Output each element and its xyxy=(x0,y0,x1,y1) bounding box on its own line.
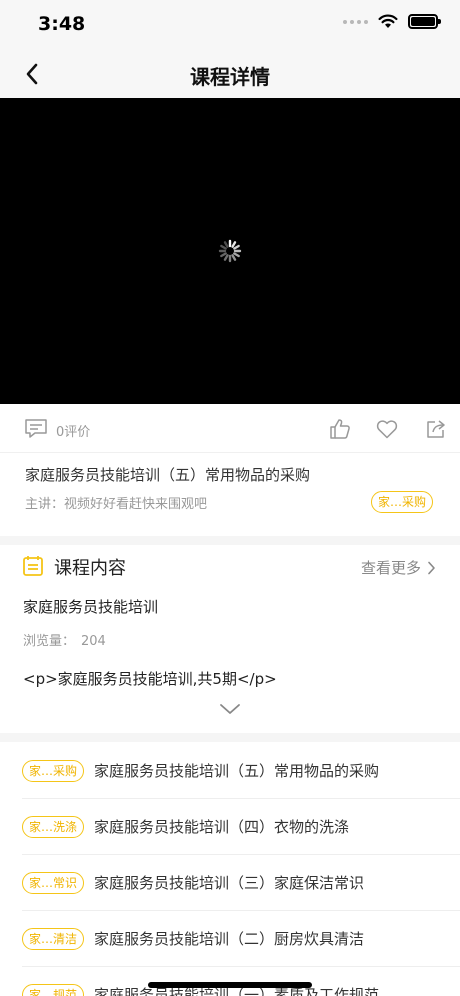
section-divider xyxy=(0,536,460,545)
view-count: 浏览量： 204 xyxy=(23,630,106,649)
section-title: 课程内容 xyxy=(54,558,126,579)
share-icon[interactable] xyxy=(424,417,448,441)
battery-icon xyxy=(408,14,441,29)
signal-icon xyxy=(343,19,368,24)
thumbs-up-icon[interactable] xyxy=(328,417,352,441)
view-more-label: 查看更多 xyxy=(360,559,421,577)
episode-title: 家庭服务员技能培训（二）厨房炊具清洁 xyxy=(94,930,365,948)
content-description: <p>家庭服务员技能培训,共5期</p> xyxy=(23,670,277,688)
loading-spinner-icon xyxy=(218,239,242,263)
list-item[interactable]: 家…清洁 家庭服务员技能培训（二）厨房炊具清洁 xyxy=(22,911,460,967)
status-time: 3:48 xyxy=(38,13,86,35)
list-item[interactable]: 家…采购 家庭服务员技能培训（五）常用物品的采购 xyxy=(22,743,460,799)
list-item[interactable]: 家…洗涤 家庭服务员技能培训（四）衣物的洗涤 xyxy=(22,799,460,855)
view-count-value: 204 xyxy=(81,634,106,649)
episode-tag: 家…采购 xyxy=(22,759,85,782)
content-name: 家庭服务员技能培训 xyxy=(23,598,159,616)
chevron-right-icon xyxy=(428,561,435,574)
episode-tag: 家…洗涤 xyxy=(22,815,85,838)
list-item[interactable]: 家…常识 家庭服务员技能培训（三）家庭保洁常识 xyxy=(22,855,460,911)
wifi-icon xyxy=(378,14,398,28)
course-lecturer: 主讲：视频好好看赶快来围观吧 xyxy=(25,497,208,512)
chevron-down-icon[interactable] xyxy=(219,702,241,716)
view-count-label: 浏览量： xyxy=(23,634,76,649)
status-bar: 3:48 xyxy=(0,0,460,50)
page-title: 课程详情 xyxy=(190,65,270,89)
course-tag: 家…采购 xyxy=(371,491,434,513)
episode-list: 家…采购 家庭服务员技能培训（五）常用物品的采购 家…洗涤 家庭服务员技能培训（… xyxy=(0,743,460,996)
home-indicator[interactable] xyxy=(148,982,312,988)
heart-icon[interactable] xyxy=(375,417,399,441)
episode-tag: 家…规范 xyxy=(22,983,85,996)
episode-title: 家庭服务员技能培训（三）家庭保洁常识 xyxy=(94,874,365,892)
episode-title: 家庭服务员技能培训（五）常用物品的采购 xyxy=(94,762,380,780)
section-divider xyxy=(0,733,460,742)
episode-title: 家庭服务员技能培训（四）衣物的洗涤 xyxy=(94,818,350,836)
status-icons xyxy=(343,14,441,29)
course-content-header: 课程内容 查看更多 xyxy=(0,545,460,589)
action-row: 0评价 xyxy=(0,405,460,453)
list-icon xyxy=(23,556,43,576)
nav-bar: 课程详情 xyxy=(0,50,460,98)
course-title: 家庭服务员技能培训（五）常用物品的采购 xyxy=(25,466,311,484)
comment-icon[interactable] xyxy=(24,418,48,440)
episode-tag: 家…常识 xyxy=(22,871,85,894)
view-more-link[interactable]: 查看更多 xyxy=(361,557,436,578)
episode-tag: 家…清洁 xyxy=(22,927,85,950)
comment-count[interactable]: 0评价 xyxy=(56,421,90,440)
